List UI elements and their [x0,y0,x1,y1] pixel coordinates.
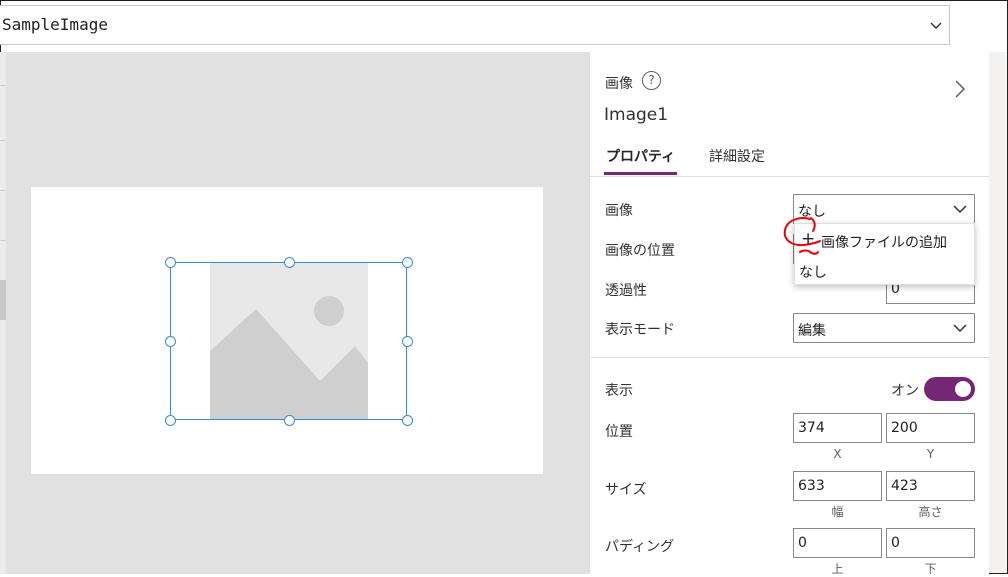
formula-bar[interactable]: SampleImage [0,5,950,45]
chevron-down-icon[interactable] [929,18,943,32]
resize-handle-bottom-right[interactable] [402,415,413,426]
padding-bottom-caption: 下 [924,562,937,576]
add-image-file-item[interactable]: + 画像ファイルの追加 [795,226,974,254]
none-label: なし [799,265,827,281]
visible-label: 表示 [605,383,633,399]
position-y-caption: Y [926,447,935,461]
image-flyout-menu: + 画像ファイルの追加 なし [794,223,975,285]
padding-top-caption: 上 [831,562,844,576]
padding-bottom-input[interactable]: 0 [886,528,975,558]
tab-advanced[interactable]: 詳細設定 [709,146,765,166]
padding-label: パディング [605,539,675,555]
toggle-knob [955,381,971,397]
control-type-label: 画像 [605,76,633,92]
padding-top-input[interactable]: 0 [793,528,882,558]
resize-handle-top-right[interactable] [402,257,413,268]
visible-toggle[interactable] [924,377,975,401]
section-divider [590,357,989,358]
size-height-input[interactable]: 423 [886,471,975,501]
resize-handle-bottom-left[interactable] [165,415,176,426]
position-x-input[interactable]: 374 [793,413,882,443]
image-dropdown-value: なし [798,204,826,220]
image-label: 画像 [605,203,633,219]
formula-value[interactable]: SampleImage [2,15,108,34]
image-selection-box[interactable] [170,262,407,420]
resize-handle-top[interactable] [284,257,295,268]
size-label: サイズ [605,482,647,498]
display-mode-label: 表示モード [605,322,675,338]
image-position-label: 画像の位置 [605,243,675,259]
add-image-file-label: 画像ファイルの追加 [821,235,947,251]
resize-handle-bottom[interactable] [284,415,295,426]
position-label: 位置 [605,424,633,440]
active-tab-indicator [604,172,677,175]
size-width-caption: 幅 [831,505,844,519]
resize-handle-right[interactable] [402,336,413,347]
help-icon[interactable]: ? [642,71,661,90]
none-item[interactable]: なし [795,256,974,284]
tab-divider [590,176,989,177]
chevron-right-icon[interactable] [952,78,968,100]
visible-toggle-text: オン [891,383,919,399]
tree-view-edge [0,52,6,574]
pane-scrollbar[interactable] [989,52,1006,573]
display-mode-value: 編集 [798,323,826,339]
control-name[interactable]: Image1 [604,105,668,125]
display-mode-dropdown[interactable]: 編集 [793,313,975,343]
size-height-caption: 高さ [918,505,943,519]
chevron-down-icon [953,205,967,214]
size-width-input[interactable]: 633 [793,471,882,501]
resize-handle-left[interactable] [165,336,176,347]
image-dropdown[interactable]: なし [793,194,975,224]
position-y-input[interactable]: 200 [886,413,975,443]
plus-icon: + [801,229,816,249]
tab-properties[interactable]: プロパティ [606,146,675,166]
resize-handle-top-left[interactable] [165,257,176,268]
chevron-down-icon [953,324,967,333]
position-x-caption: X [833,447,842,461]
transparency-label: 透過性 [605,283,647,299]
